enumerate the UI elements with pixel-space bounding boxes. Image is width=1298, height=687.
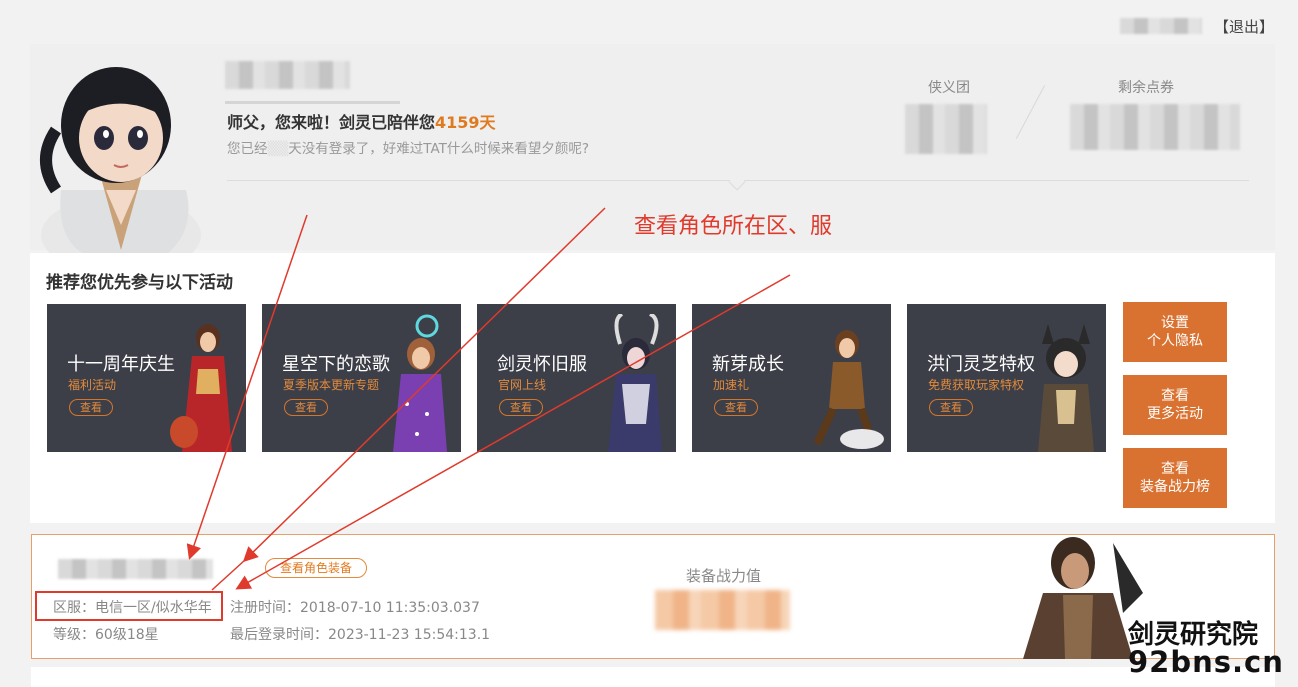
logout-link[interactable]: 【退出】 bbox=[1214, 16, 1274, 37]
points-value-blurred bbox=[1070, 104, 1240, 150]
character-figure-icon bbox=[393, 314, 447, 452]
privacy-settings-button[interactable]: 设置 个人隐私 bbox=[1123, 302, 1227, 362]
name-underline bbox=[225, 101, 400, 104]
last-login-time: 最后登录时间：2023-11-23 15:54:13.1 bbox=[230, 624, 490, 644]
activities-title: 推荐您优先参与以下活动 bbox=[46, 273, 233, 293]
activity-card-anniversary[interactable]: 十一周年庆生 福利活动 查看 bbox=[47, 304, 246, 452]
next-panel bbox=[31, 667, 1275, 687]
card-subtitle: 福利活动 bbox=[68, 378, 117, 392]
side-button-line2: 装备战力榜 bbox=[1140, 479, 1210, 495]
level-info: 等级：60级18星 bbox=[53, 624, 159, 644]
card-title: 新芽成长 bbox=[712, 354, 784, 375]
more-activities-button[interactable]: 查看 更多活动 bbox=[1123, 375, 1227, 435]
side-button-line2: 个人隐私 bbox=[1147, 333, 1203, 349]
guild-value-blurred bbox=[905, 104, 987, 154]
last-login-value: 2023-11-23 15:54:13.1 bbox=[328, 627, 491, 643]
side-button-line1: 查看 bbox=[1161, 388, 1189, 404]
side-button-line2: 更多活动 bbox=[1147, 406, 1203, 422]
level-value: 60级18星 bbox=[95, 627, 159, 643]
activity-card-starry-love[interactable]: 星空下的恋歌 夏季版本更新专题 查看 bbox=[262, 304, 461, 452]
character-figure-icon bbox=[813, 330, 884, 449]
card-title: 剑灵怀旧服 bbox=[497, 354, 587, 375]
card-view-button[interactable]: 查看 bbox=[69, 399, 113, 416]
inactive-notice: 您已经▒▒天没有登录了，好难过TAT什么时候来看望夕颜呢? bbox=[227, 137, 589, 157]
card-title: 洪门灵芝特权 bbox=[927, 354, 1035, 375]
character-figure-icon bbox=[608, 314, 662, 452]
annotation-text: 查看角色所在区、服 bbox=[634, 214, 833, 239]
activity-card-sprout-growth[interactable]: 新芽成长 加速礼 查看 bbox=[692, 304, 891, 452]
watermark-url: 92bns.cn bbox=[1128, 645, 1284, 679]
avatar bbox=[40, 67, 201, 255]
card-subtitle: 加速礼 bbox=[713, 378, 750, 392]
greeting-prefix: 师父，您来啦！剑灵已陪伴您 bbox=[227, 113, 436, 132]
character-figure-icon bbox=[170, 324, 232, 452]
last-login-label: 最后登录时间： bbox=[230, 627, 328, 643]
card-view-button[interactable]: 查看 bbox=[929, 399, 973, 416]
card-subtitle: 免费获取玩家特权 bbox=[928, 378, 1025, 392]
player-name-blurred bbox=[225, 61, 350, 89]
card-subtitle: 官网上线 bbox=[498, 378, 547, 392]
greeting-text: 师父，您来啦！剑灵已陪伴您4159天 bbox=[227, 109, 496, 133]
card-title: 十一周年庆生 bbox=[67, 354, 175, 375]
username-blurred bbox=[1120, 18, 1202, 34]
card-subtitle: 夏季版本更新专题 bbox=[283, 378, 380, 392]
card-view-button[interactable]: 查看 bbox=[499, 399, 543, 416]
register-time: 注册时间：2018-07-10 11:35:03.037 bbox=[230, 597, 480, 617]
card-view-button[interactable]: 查看 bbox=[714, 399, 758, 416]
side-button-line1: 查看 bbox=[1161, 461, 1189, 477]
equipment-power-label: 装备战力值 bbox=[686, 567, 762, 585]
view-equipment-button[interactable]: 查看角色装备 bbox=[265, 558, 367, 578]
card-view-button[interactable]: 查看 bbox=[284, 399, 328, 416]
inactive-notice-prefix: 您已经 bbox=[227, 141, 268, 157]
side-button-line1: 设置 bbox=[1161, 315, 1189, 331]
points-label: 剩余点券 bbox=[1118, 80, 1174, 96]
inactive-notice-suffix: 天没有登录了，好难过TAT什么时候来看望夕颜呢? bbox=[288, 141, 590, 157]
equipment-power-value-blurred bbox=[655, 590, 790, 630]
power-ranking-button[interactable]: 查看 装备战力榜 bbox=[1123, 448, 1227, 508]
days-blurred: ▒▒ bbox=[267, 141, 289, 157]
activity-card-lingzhi-privilege[interactable]: 洪门灵芝特权 免费获取玩家特权 查看 bbox=[907, 304, 1106, 452]
guild-label: 侠义团 bbox=[928, 80, 970, 96]
register-value: 2018-07-10 11:35:03.037 bbox=[300, 600, 480, 616]
server-highlight-box bbox=[35, 591, 223, 621]
activity-card-classic-server[interactable]: 剑灵怀旧服 官网上线 查看 bbox=[477, 304, 676, 452]
character-name-blurred bbox=[58, 559, 213, 579]
register-label: 注册时间： bbox=[230, 600, 300, 616]
card-title: 星空下的恋歌 bbox=[282, 354, 390, 375]
days-count: 4159天 bbox=[435, 113, 496, 132]
character-figure-icon bbox=[1038, 324, 1094, 452]
level-label: 等级： bbox=[53, 627, 95, 643]
